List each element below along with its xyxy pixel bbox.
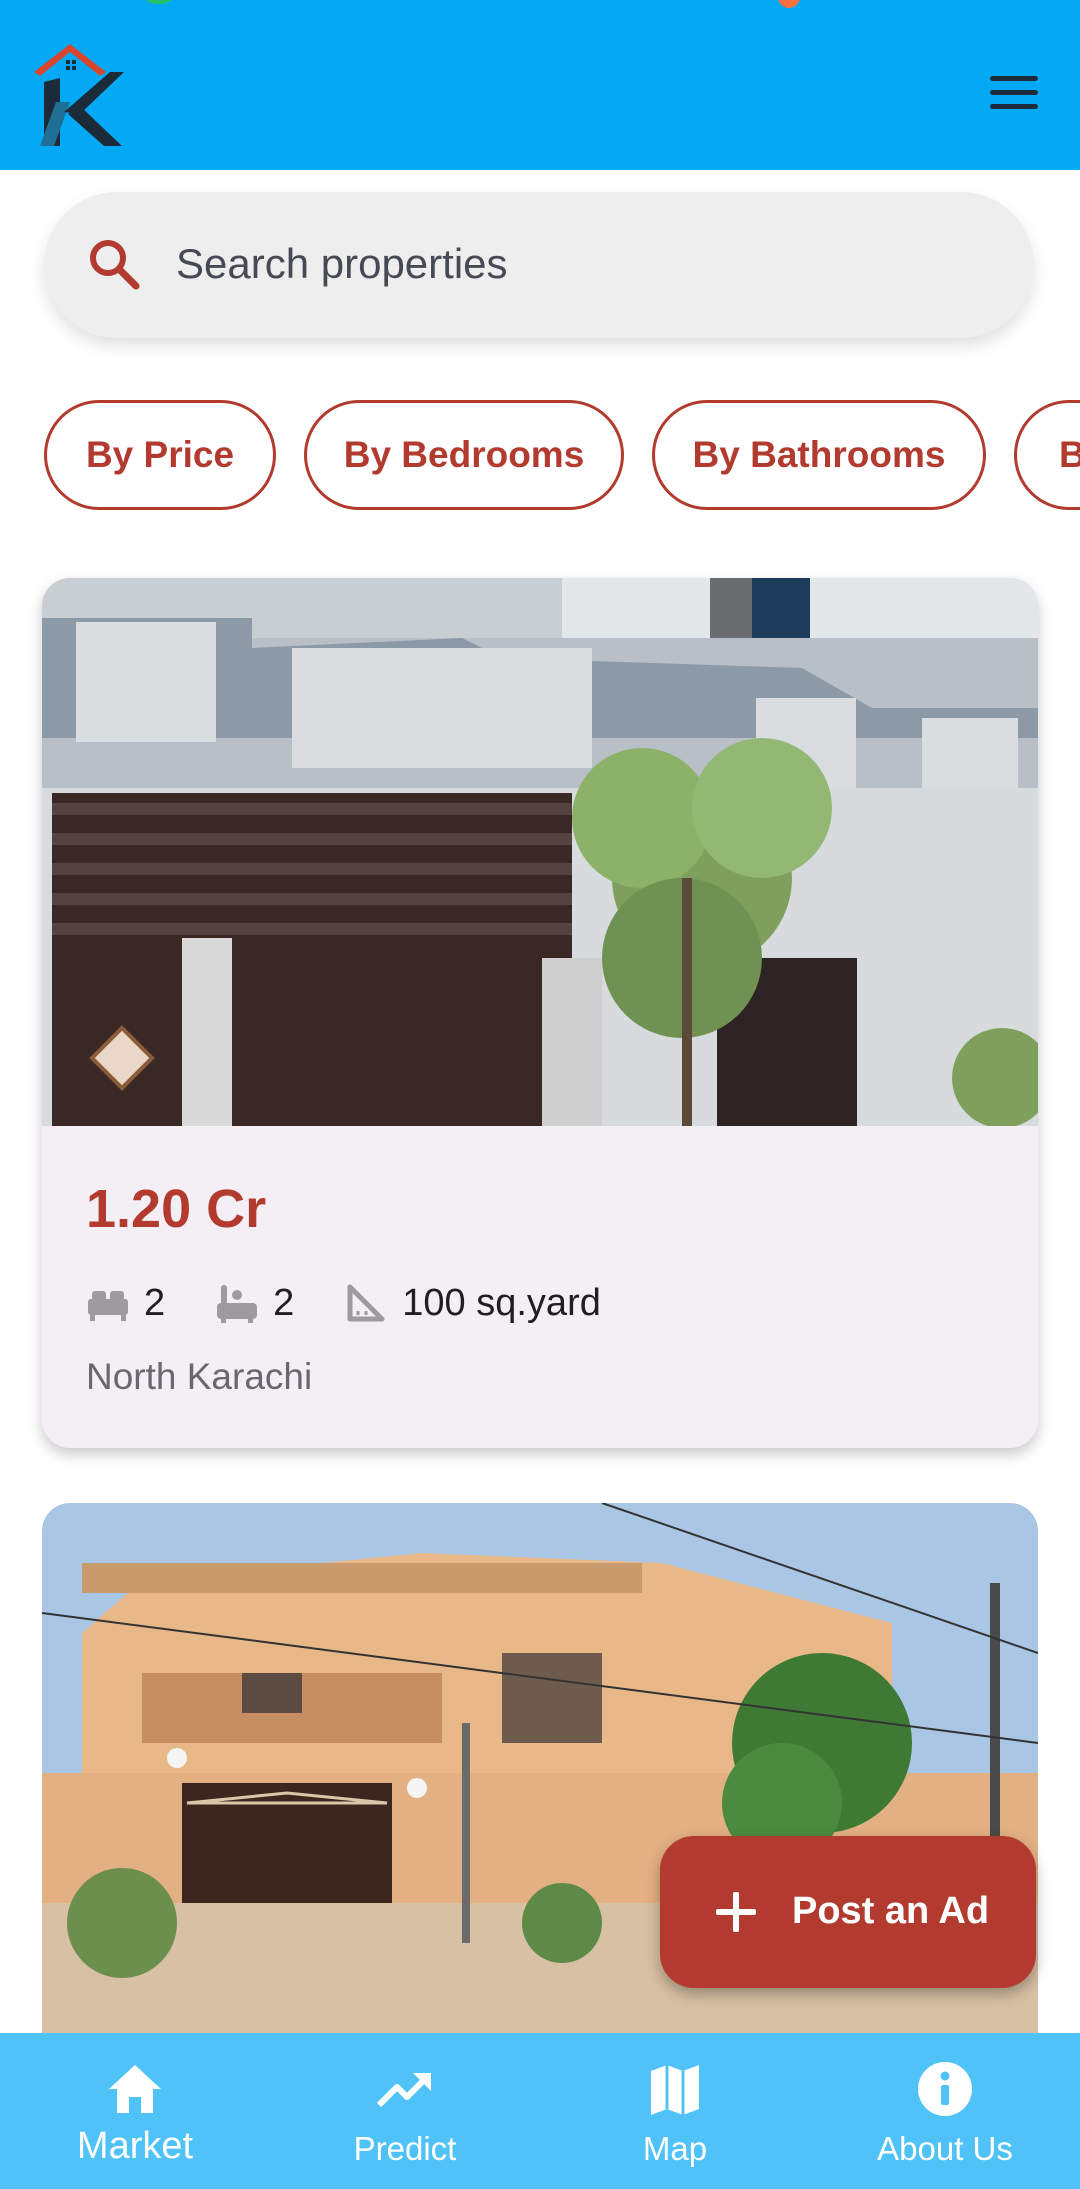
nav-item-map[interactable]: Map (540, 2033, 810, 2189)
search-bar[interactable]: Search properties (44, 192, 1034, 338)
property-photo (42, 578, 1038, 1126)
filter-chip-by-bathrooms[interactable]: By Bathrooms (652, 400, 986, 510)
post-ad-button[interactable]: Post an Ad (660, 1836, 1036, 1988)
nav-item-predict[interactable]: Predict (270, 2033, 540, 2189)
nav-label-predict: Predict (353, 2130, 457, 2167)
nav-label-market: Market (76, 2125, 194, 2167)
status-bar-indicator (778, 0, 800, 8)
filter-chip-by-price[interactable]: By Price (44, 400, 276, 510)
trending-up-icon (376, 2073, 431, 2108)
bed-icon (88, 1291, 128, 1321)
hamburger-menu-icon[interactable] (984, 70, 1044, 114)
area-ruler-icon (347, 1284, 385, 1322)
nav-item-about-us[interactable]: About Us (810, 2033, 1080, 2189)
property-card[interactable]: 1.20 Cr 2 2 100 sq.yard North Karachi (42, 578, 1038, 1448)
app-bar (0, 0, 1080, 170)
nav-label-about-us: About Us (877, 2130, 1013, 2167)
bottom-navigation: Market Predict Map About Us (0, 2033, 1080, 2189)
filter-chip-partial[interactable]: B (1014, 400, 1080, 510)
info-icon (918, 2062, 972, 2116)
nav-item-market[interactable]: Market (0, 2033, 270, 2189)
home-icon (109, 2065, 161, 2113)
map-icon (651, 2065, 699, 2115)
post-ad-label: Post an Ad (792, 1890, 990, 1932)
status-bar-indicator (142, 0, 176, 4)
filter-chip-by-bedrooms[interactable]: By Bedrooms (304, 400, 624, 510)
search-icon (90, 240, 140, 290)
filter-chips: By Price By Bedrooms By Bathrooms B (0, 400, 1080, 512)
listing-features: 2 2 100 sq.yard (86, 1278, 651, 1328)
plus-icon (716, 1892, 756, 1932)
k-house-logo-icon (34, 44, 124, 146)
bathrooms-count: 2 (273, 1281, 295, 1324)
listing-price: 1.20 Cr (86, 1179, 267, 1239)
nav-label-map: Map (642, 2130, 708, 2167)
listing-location: North Karachi (86, 1356, 313, 1397)
bedrooms-count: 2 (144, 1281, 166, 1324)
area-size: 100 sq.yard (402, 1281, 601, 1324)
bathtub-icon (217, 1285, 258, 1323)
search-input[interactable]: Search properties (176, 240, 508, 288)
